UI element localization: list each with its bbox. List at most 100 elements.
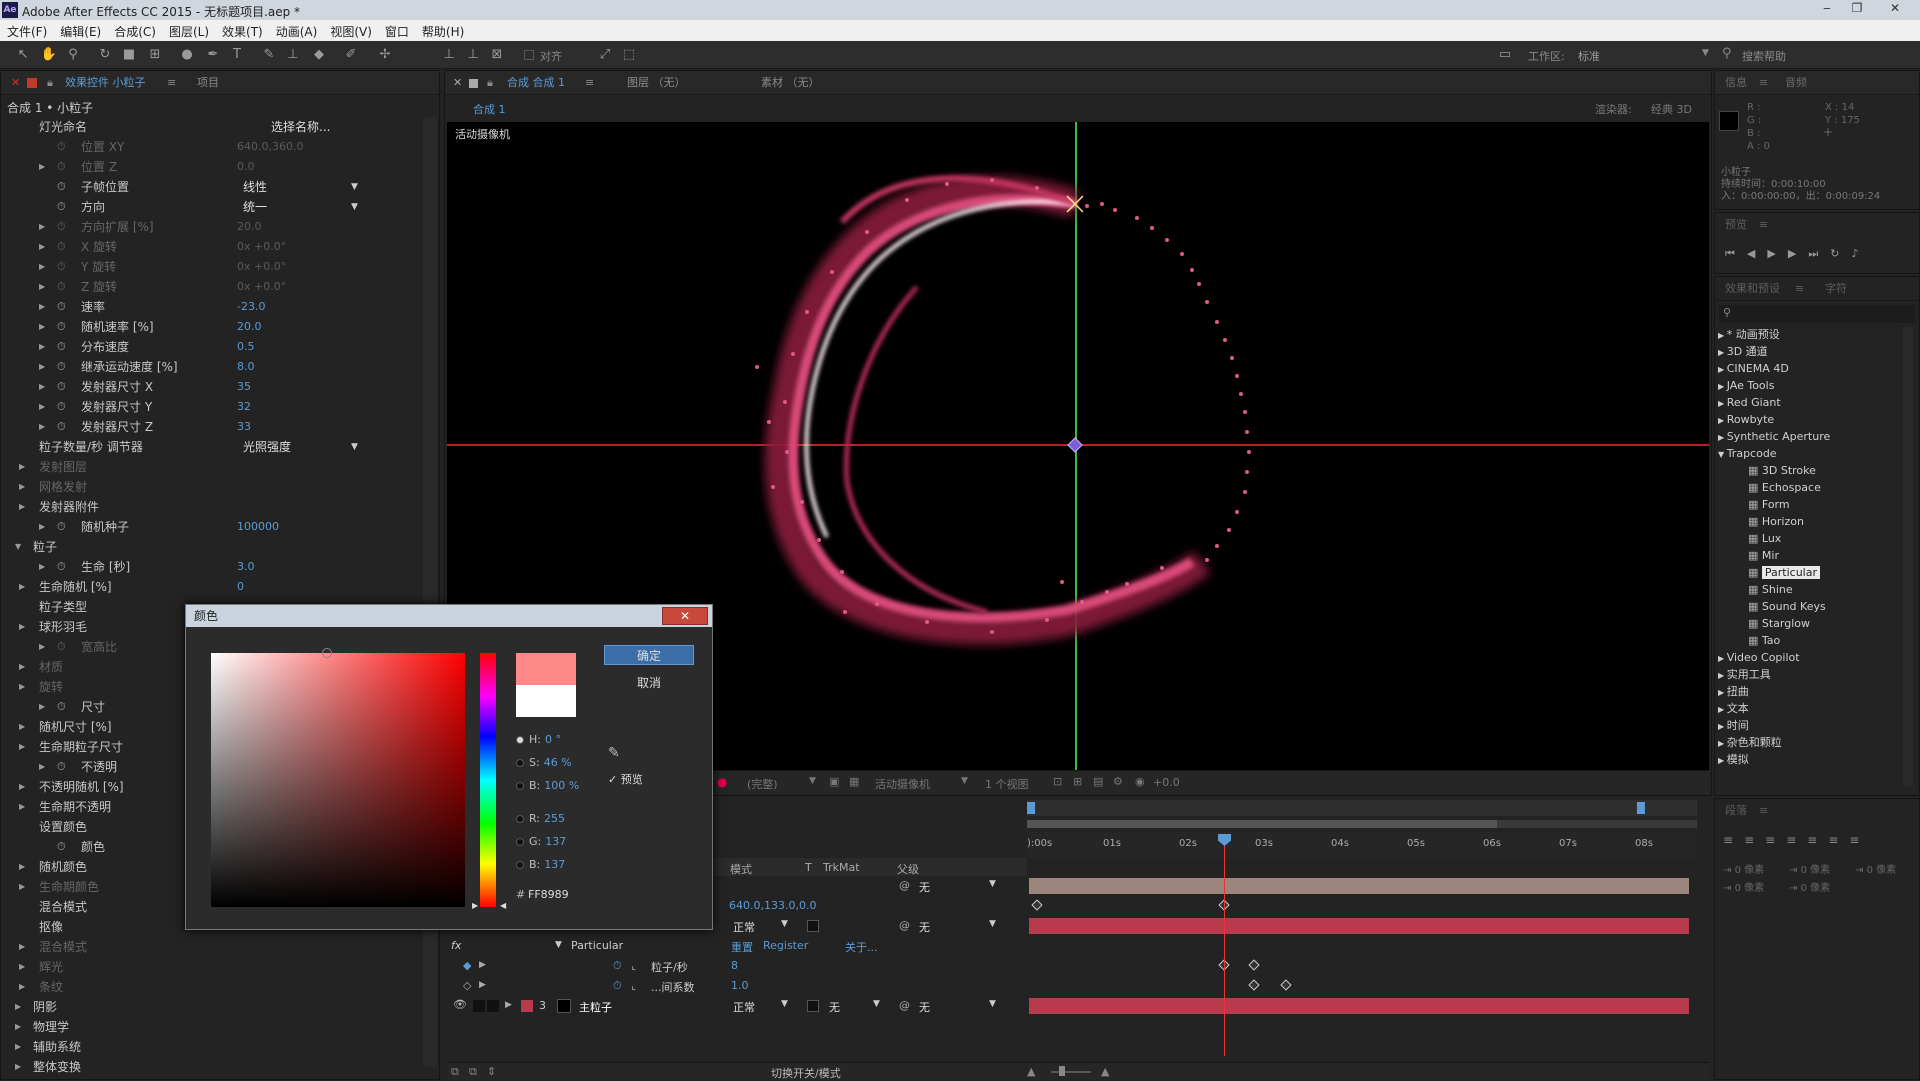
expand-triangle-icon[interactable]: ▶	[19, 857, 25, 877]
hand-tool-icon[interactable]: ✋	[40, 46, 58, 64]
audio-icon[interactable]: ♪	[1851, 247, 1870, 260]
effect-prop-row[interactable]: ▶ 混合模式	[1, 937, 421, 957]
stopwatch-icon[interactable]: ⏱	[57, 317, 66, 337]
effects-tree-item[interactable]: ▦ Lux	[1748, 530, 1781, 547]
align-center-icon[interactable]: ≡	[1744, 833, 1765, 847]
expand-triangle-icon[interactable]: ▶	[39, 217, 45, 237]
tab-info[interactable]: 信息	[1725, 71, 1747, 95]
expand-triangle-icon[interactable]: ▶	[39, 517, 45, 537]
indent-left[interactable]: ⇥ 0 像素	[1723, 861, 1764, 876]
world-axis-icon[interactable]: ⊥	[464, 46, 482, 64]
timeline-row-main-particles[interactable]: 👁︎ ▶ 3 主粒子 正常 ▼ 无 ▼ @ 无 ▼	[447, 996, 1709, 1016]
expand-triangle-icon[interactable]: ▶	[39, 237, 45, 257]
zoom-in-icon[interactable]: ▲	[1101, 1065, 1109, 1078]
parent-value[interactable]: 无	[919, 879, 930, 895]
effect-prop-row[interactable]: ▶ 发射器附件	[1, 497, 421, 517]
comp-breadcrumb[interactable]: 合成 1	[473, 101, 506, 117]
effects-tree-item[interactable]: ▶ 扭曲	[1718, 683, 1749, 700]
col-t[interactable]: T	[805, 861, 812, 874]
color-field[interactable]: B: 137	[516, 858, 565, 871]
camera-dropdown-icon[interactable]: ▼	[961, 776, 968, 786]
effect-prop-value[interactable]: 0.0	[237, 157, 255, 177]
stopwatch-icon[interactable]: ⏱	[57, 557, 66, 577]
hue-slider-right-arrow[interactable]: ◀	[500, 901, 506, 910]
color-mode-radio[interactable]	[516, 736, 524, 744]
justify-right-icon[interactable]: ≡	[1828, 833, 1849, 847]
color-mode-radio[interactable]	[516, 815, 524, 823]
col-trkmat[interactable]: TrkMat	[823, 861, 860, 874]
stopwatch-icon[interactable]: ⏱	[57, 357, 66, 377]
effect-prop-value[interactable]: 32	[237, 397, 251, 417]
color-mode-radio[interactable]	[516, 759, 524, 767]
effects-tree-item[interactable]: ▦ Particular	[1748, 564, 1821, 581]
tab-composition[interactable]: 合成 合成 1	[507, 71, 565, 95]
color-field[interactable]: R: 255	[516, 812, 565, 825]
color-field[interactable]: S: 46 %	[516, 756, 572, 769]
effect-prop-row[interactable]: 灯光命名 选择名称...	[1, 117, 421, 137]
region-of-interest-icon[interactable]: ▣	[829, 775, 839, 788]
effects-tree-item[interactable]: ▶ Video Copilot	[1718, 649, 1800, 666]
comp-lock-icon[interactable]	[469, 79, 478, 88]
effects-tree-item[interactable]: ▶ 文本	[1718, 700, 1749, 717]
expand-triangle-icon[interactable]: ▶	[19, 717, 25, 737]
effects-scrollbar[interactable]	[1903, 327, 1913, 787]
reset-link[interactable]: 重置	[731, 939, 753, 955]
selection-tool-icon[interactable]: ↖	[14, 46, 32, 64]
expand-triangle-icon[interactable]: ▶	[15, 997, 21, 1017]
effects-tree-item[interactable]: ▶ 模拟	[1718, 751, 1749, 768]
preview-checkbox[interactable]: ✓ 预览	[608, 771, 643, 787]
expand-triangle-icon[interactable]: ▶	[39, 337, 45, 357]
effect-prop-row[interactable]: ▶ ⏱ 速率 -23.0	[1, 297, 421, 317]
effect-prop-dropdown[interactable]: 线性	[243, 177, 267, 197]
expand-triangle-icon[interactable]: ▶	[39, 157, 45, 177]
effect-prop-row[interactable]: ▶ ⏱ 生命 [秒] 3.0	[1, 557, 421, 577]
expand-triangle-icon[interactable]: ▶	[19, 477, 25, 497]
effect-prop-row[interactable]: ▶ ⏱ Z 旋转 0x +0.0°	[1, 277, 421, 297]
search-icon[interactable]: ⚲	[1722, 46, 1732, 61]
comp-panel-menu-icon[interactable]: ≡	[585, 71, 594, 95]
minimize-button[interactable]: ‒	[1816, 1, 1838, 17]
effect-prop-value[interactable]: 0.5	[237, 337, 255, 357]
expand-triangle-icon[interactable]: ▶	[19, 937, 25, 957]
parent-pickwhip-icon[interactable]: @	[899, 879, 910, 892]
restore-button[interactable]: ❐	[1846, 1, 1868, 17]
color-field-cursor[interactable]	[322, 648, 332, 658]
stopwatch-icon[interactable]: ⏱	[57, 377, 66, 397]
space-before[interactable]: ⇥ 0 像素	[1723, 879, 1764, 894]
color-field[interactable]: H: 0 °	[516, 733, 561, 746]
timeline-icon[interactable]: ▤	[1093, 775, 1103, 788]
color-mode-radio[interactable]	[516, 861, 524, 869]
effect-prop-row[interactable]: ▶ 辅助系统	[1, 1037, 421, 1057]
timeline-row-effect[interactable]: fx ▼ Particular 重置 Register 关于...	[447, 936, 1709, 956]
play-icon[interactable]: ▶	[1767, 247, 1787, 260]
anchor-point-handle[interactable]	[1067, 437, 1083, 453]
timestretch-icon[interactable]: ⇕	[487, 1065, 496, 1078]
trkmat-value[interactable]: 无	[829, 999, 840, 1015]
ellipse-tool-icon[interactable]: ●	[178, 46, 196, 64]
pen-tool-icon[interactable]: ✒	[204, 46, 222, 64]
menu-window[interactable]: 窗口	[378, 20, 415, 40]
position-value[interactable]: 640.0,133.0,0.0	[729, 899, 816, 912]
hex-input[interactable]: FF8989	[528, 888, 569, 901]
transfer-controls-icon[interactable]: ⧉	[469, 1065, 477, 1079]
align-left-icon[interactable]: ≡	[1723, 833, 1744, 847]
effects-tree-item[interactable]: ▦ Tao	[1748, 632, 1780, 649]
effects-tree-item[interactable]: ▶ Rowbyte	[1718, 411, 1774, 428]
pan-behind-tool-icon[interactable]: ⊞	[146, 46, 164, 64]
keyframe-nav-icon[interactable]: ◆	[463, 959, 471, 972]
effects-tree-item[interactable]: ▶ 3D 通道	[1718, 343, 1768, 360]
effects-tree-item[interactable]: ▦ Starglow	[1748, 615, 1810, 632]
effect-prop-value[interactable]: 20.0	[237, 317, 262, 337]
stopwatch-icon[interactable]: ⏱	[57, 237, 66, 257]
workspace-dropdown-icon[interactable]: ▼	[1702, 48, 1709, 58]
paragraph-menu-icon[interactable]: ≡	[1759, 799, 1768, 823]
mode-value[interactable]: 正常	[733, 919, 755, 935]
expand-prop-icon[interactable]: ▶	[479, 980, 486, 990]
saturation-brightness-field[interactable]	[211, 653, 465, 907]
time-ruler[interactable]: ):00s 01s 02s 03s 04s 05s 06s 07s 08s	[1027, 832, 1697, 858]
brush-tool-icon[interactable]: ✎	[260, 46, 278, 64]
info-menu-icon[interactable]: ≡	[1759, 71, 1768, 95]
effect-prop-row[interactable]: ▶ ⏱ 分布速度 0.5	[1, 337, 421, 357]
stopwatch-icon[interactable]: ⏱	[57, 177, 66, 197]
parent-dropdown-icon[interactable]: ▼	[989, 999, 996, 1009]
